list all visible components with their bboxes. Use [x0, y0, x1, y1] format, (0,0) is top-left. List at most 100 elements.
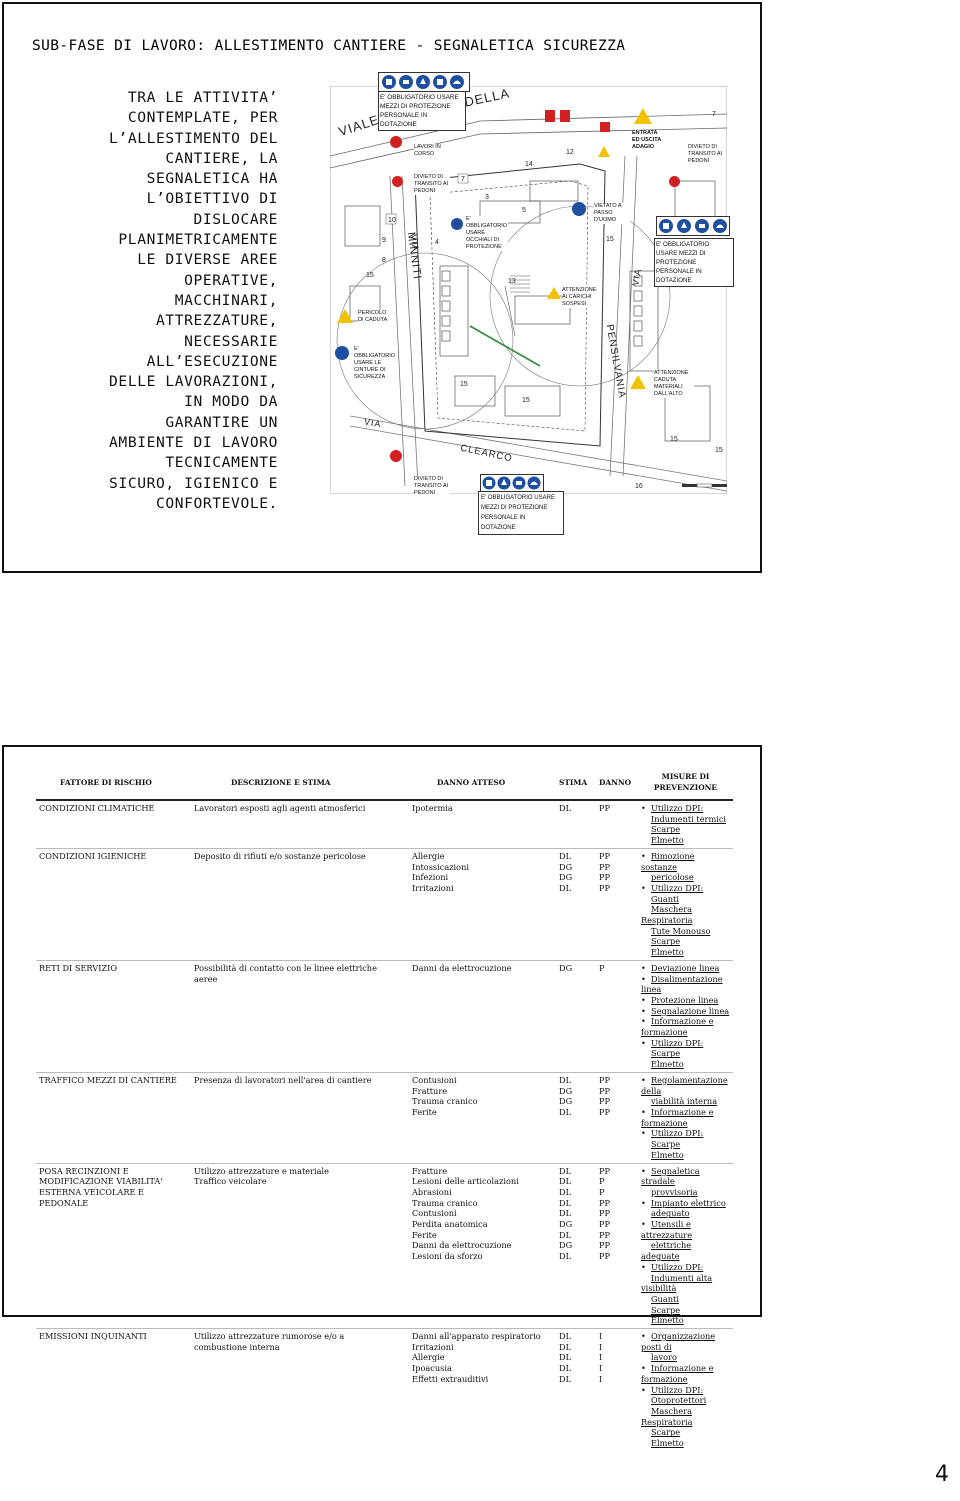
cell-stima-line: DL: [559, 1197, 572, 1208]
cell-stima-line: DL: [559, 1331, 572, 1342]
bullet-icon: •: [641, 1128, 646, 1139]
slide-segnaletica: SUB-FASE DI LAVORO: ALLESTIMENTO CANTIER…: [2, 2, 762, 573]
table-row: EMISSIONI INQUINANTI Utilizzo attrezzatur…: [36, 1328, 733, 1451]
header-danno-atteso: DANNO ATTESO: [409, 767, 556, 801]
measure-text: Informazione e formazione: [641, 1106, 714, 1128]
measure-item: • Protezione linea: [641, 995, 730, 1006]
sign-lavori-1: LAVORI IN CORSO: [414, 144, 446, 158]
intro-line: GARANTIRE UN: [165, 413, 278, 431]
cell-danno-line: PP: [599, 1096, 611, 1107]
cell-danno: PP PP PP PP: [596, 1071, 638, 1163]
cell-danno-atteso: Danni all'apparato respiratorio Irritazio…: [409, 1328, 556, 1451]
table-row: CONDIZIONI IGIENICHE Deposito di rifiuti …: [36, 847, 733, 961]
cell-danno-atteso-line: Contusioni: [412, 1074, 457, 1085]
cell-danno-atteso-line: Irritazioni: [412, 882, 454, 893]
page-number: 4: [935, 1462, 949, 1487]
cell-descrizione: Lavoratori esposti agli agenti atmosferi…: [191, 799, 409, 849]
cell-descrizione-line: Possibilità di contatto con le linee ele…: [194, 962, 377, 973]
measure-text: Scarpe: [651, 1139, 681, 1150]
measure-item: Otoprotettori: [641, 1395, 730, 1406]
cell-danno-atteso-line: Fratture: [412, 1165, 448, 1176]
cell-danno-line: I: [599, 1331, 603, 1342]
measure-text: Informazione e formazione: [641, 1016, 714, 1038]
measure-text: Scarpe: [651, 936, 681, 947]
cell-stima-line: DG: [559, 872, 573, 883]
measure-item: Tute Monouso: [641, 926, 730, 937]
bullet-icon: •: [641, 1005, 646, 1016]
measure-text: viabilità interna: [651, 1096, 718, 1107]
cell-fattore: TRAFFICO MEZZI DI CANTIERE: [36, 1071, 191, 1163]
site-plan: 10 9 8 15 7 3 5 4 13 15 15 16 15 15 14 1…: [329, 85, 742, 500]
cell-fattore: RETI DI SERVIZIO: [36, 959, 191, 1073]
cell-danno-atteso: Danni da elettrocuzione: [409, 959, 556, 1073]
bullet-icon: •: [641, 973, 646, 984]
cell-danno-atteso-line: Ipotermia: [412, 803, 453, 813]
measure-item: Scarpe: [641, 936, 730, 947]
svg-text:15: 15: [670, 436, 678, 443]
cell-descrizione: Deposito di rifiuti e/o sostanze pericol…: [191, 847, 409, 961]
measure-text: Utilizzo DPI:: [651, 1261, 704, 1272]
measure-text: Scarpe: [651, 1304, 681, 1315]
sign-vietato: VIETATO A PASSO D'UOMO: [594, 203, 630, 224]
measure-text: Guanti: [651, 893, 679, 904]
measure-text: Segnalazione linea: [651, 1005, 730, 1016]
header-stima: STIMA: [556, 767, 596, 801]
bullet-icon: •: [641, 803, 646, 813]
cell-misure: • Deviazione linea • Disalimentazione linea…: [638, 959, 733, 1073]
danger-icon: [598, 146, 610, 157]
cell-danno-line: PP: [599, 882, 611, 893]
goggles-icon: [451, 218, 463, 230]
measure-text: lavoro: [651, 1352, 677, 1363]
cell-danno-line: P: [599, 1176, 605, 1187]
sign-divieto-2: DIVIETO DI TRANSITO AI PEDONI: [414, 476, 450, 497]
cell-danno-line: PP: [599, 1085, 611, 1096]
cell-danno-line: PP: [599, 1240, 611, 1251]
cell-stima-line: DG: [559, 1085, 573, 1096]
measure-item: • Rimozione sostanze: [641, 851, 730, 872]
measure-item: • Utilizzo DPI:: [641, 803, 730, 814]
measure-text: adeguato: [651, 1208, 690, 1219]
risk-table: FATTORE DI RISCHIO DESCRIZIONE E STIMA D…: [36, 767, 733, 1451]
intro-line: OPERATIVE,: [184, 271, 278, 289]
measure-item: • Informazione e formazione: [641, 1363, 730, 1384]
sign-obbligo-bottom: E' OBBLIGATORIO USARE MEZZI DI PROTEZION…: [478, 491, 564, 535]
slide-risk-table: FATTORE DI RISCHIO DESCRIZIONE E STIMA D…: [2, 745, 762, 1451]
cell-danno-line: PP: [599, 850, 611, 861]
cell-misure: • Organizzazione posti di lavoro • Informazi…: [638, 1328, 733, 1451]
measure-text: Scarpe: [651, 824, 681, 835]
measure-text: provvisoria: [651, 1186, 698, 1197]
bullet-icon: •: [641, 1074, 646, 1085]
cell-danno-atteso-line: Irritazioni: [412, 1341, 454, 1352]
cell-danno-atteso-line: Danni da elettrocuzione: [412, 1240, 512, 1251]
intro-line: SEGNALETICA HA: [146, 170, 278, 188]
measure-text: Organizzazione posti di: [641, 1331, 716, 1352]
cell-stima-line: DG: [559, 1240, 573, 1251]
cell-danno-line: PP: [599, 803, 611, 813]
svg-text:16: 16: [635, 483, 643, 490]
intro-line: CANTIERE, LA: [165, 149, 278, 167]
svg-text:14: 14: [525, 161, 533, 168]
cell-stima: DG: [556, 959, 596, 1073]
svg-text:7: 7: [461, 176, 465, 183]
bullet-icon: •: [641, 882, 646, 893]
intro-line: DELLE LAVORAZIONI,: [109, 373, 278, 391]
intro-line: SICURO, IGIENICO E: [109, 474, 278, 492]
measure-text: Informazione e formazione: [641, 1363, 714, 1384]
cell-danno-atteso-line: Danni all'apparato respiratorio: [412, 1331, 541, 1342]
intro-text: TRA LE ATTIVITA’ CONTEMPLATE, PER L’ALLEST…: [28, 88, 278, 514]
cell-stima-line: DL: [559, 1229, 572, 1240]
cell-stima-line: DL: [559, 1373, 572, 1384]
measure-text: pericolose: [651, 872, 694, 883]
measure-item: • Utilizzo DPI:: [641, 1038, 730, 1049]
measure-text: Tute Monouso: [651, 925, 711, 936]
measure-text: Utilizzo DPI:: [651, 1384, 704, 1395]
measure-item: • Organizzazione posti di: [641, 1331, 730, 1352]
measure-text: Regolamentazione della: [641, 1074, 728, 1096]
measure-item: provvisoria: [641, 1187, 730, 1198]
slide-title: SUB-FASE DI LAVORO: ALLESTIMENTO CANTIER…: [32, 38, 626, 54]
bullet-icon: •: [641, 1016, 646, 1027]
cell-danno-line: I: [599, 1363, 603, 1374]
measure-text: Impianto elettrico: [651, 1197, 726, 1208]
measure-item: Elmetto: [641, 835, 730, 846]
table-row: POSA RECINZIONI E MODIFICAZIONE VIABILIT…: [36, 1162, 733, 1329]
